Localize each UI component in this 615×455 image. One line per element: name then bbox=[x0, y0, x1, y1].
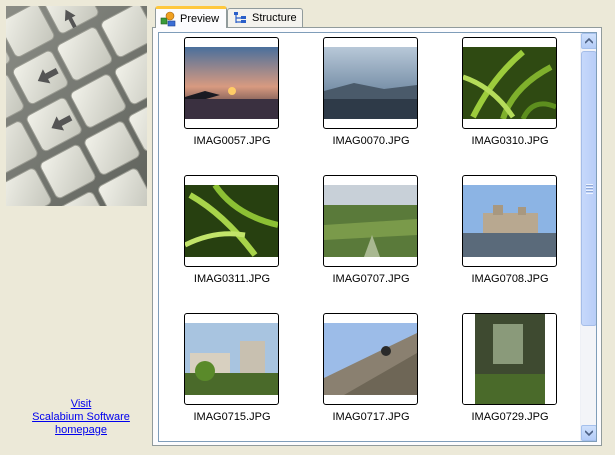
homepage-link-line-3: homepage bbox=[55, 424, 107, 436]
thumbnail-label: IMAG0310.JPG bbox=[471, 135, 549, 147]
thumbnail-item[interactable]: IMAG0310.JPG bbox=[440, 35, 580, 170]
tab-preview[interactable]: Preview bbox=[155, 6, 227, 28]
tab-preview-label: Preview bbox=[180, 12, 220, 25]
thumbnail-item[interactable]: IMAG0070.JPG bbox=[301, 35, 441, 170]
scroll-down-button[interactable] bbox=[581, 425, 596, 441]
arrow-down-icon bbox=[585, 430, 593, 436]
grip-icon bbox=[586, 183, 593, 194]
thumbnail-image bbox=[184, 313, 279, 405]
thumbnail-image bbox=[323, 37, 418, 129]
structure-icon bbox=[234, 12, 246, 23]
thumbnail-label: IMAG0070.JPG bbox=[332, 135, 410, 147]
thumbnail-label: IMAG0715.JPG bbox=[193, 411, 271, 423]
preview-pane: IMAG0057.JPG IMAG0070.JPG IMAG0310.JPG I… bbox=[152, 27, 602, 446]
thumbnail-label: IMAG0057.JPG bbox=[193, 135, 271, 147]
thumbnail-item[interactable]: IMAG0715.JPG bbox=[162, 311, 302, 441]
homepage-link-line-2: Scalabium Software bbox=[32, 411, 130, 423]
thumbnail-item[interactable]: IMAG0057.JPG bbox=[162, 35, 302, 170]
thumbnail-image bbox=[462, 313, 557, 405]
thumbnail-image bbox=[462, 37, 557, 129]
thumbnail-item[interactable]: IMAG0311.JPG bbox=[162, 173, 302, 308]
thumbnail-view[interactable]: IMAG0057.JPG IMAG0070.JPG IMAG0310.JPG I… bbox=[158, 32, 597, 442]
keyboard-photo bbox=[6, 6, 147, 206]
thumbnail-image bbox=[323, 175, 418, 267]
tab-strip: Preview Structure bbox=[153, 6, 613, 28]
arrow-up-icon bbox=[585, 38, 593, 44]
thumbnail-label: IMAG0707.JPG bbox=[332, 273, 410, 285]
scroll-up-button[interactable] bbox=[581, 33, 596, 49]
thumbnail-item[interactable]: IMAG0708.JPG bbox=[440, 173, 580, 308]
preview-icon bbox=[160, 11, 176, 26]
thumbnail-grid: IMAG0057.JPG IMAG0070.JPG IMAG0310.JPG I… bbox=[159, 33, 580, 441]
thumbnail-item[interactable]: IMAG0707.JPG bbox=[301, 173, 441, 308]
homepage-link[interactable]: Visit Scalabium Software homepage bbox=[0, 398, 162, 437]
tab-structure[interactable]: Structure bbox=[227, 8, 303, 27]
thumbnail-image bbox=[184, 175, 279, 267]
thumbnail-item[interactable]: IMAG0729.JPG bbox=[440, 311, 580, 441]
vertical-scrollbar[interactable] bbox=[580, 33, 596, 441]
left-panel: Visit Scalabium Software homepage bbox=[0, 0, 150, 455]
tab-structure-label: Structure bbox=[252, 12, 297, 24]
thumbnail-label: IMAG0729.JPG bbox=[471, 411, 549, 423]
scrollbar-thumb[interactable] bbox=[581, 51, 596, 326]
thumbnail-image bbox=[184, 37, 279, 129]
thumbnail-image bbox=[462, 175, 557, 267]
thumbnail-label: IMAG0311.JPG bbox=[193, 273, 271, 285]
homepage-link-line-1: Visit bbox=[70, 398, 92, 410]
thumbnail-image bbox=[323, 313, 418, 405]
thumbnail-label: IMAG0717.JPG bbox=[332, 411, 410, 423]
thumbnail-label: IMAG0708.JPG bbox=[471, 273, 549, 285]
thumbnail-item[interactable]: IMAG0717.JPG bbox=[301, 311, 441, 441]
